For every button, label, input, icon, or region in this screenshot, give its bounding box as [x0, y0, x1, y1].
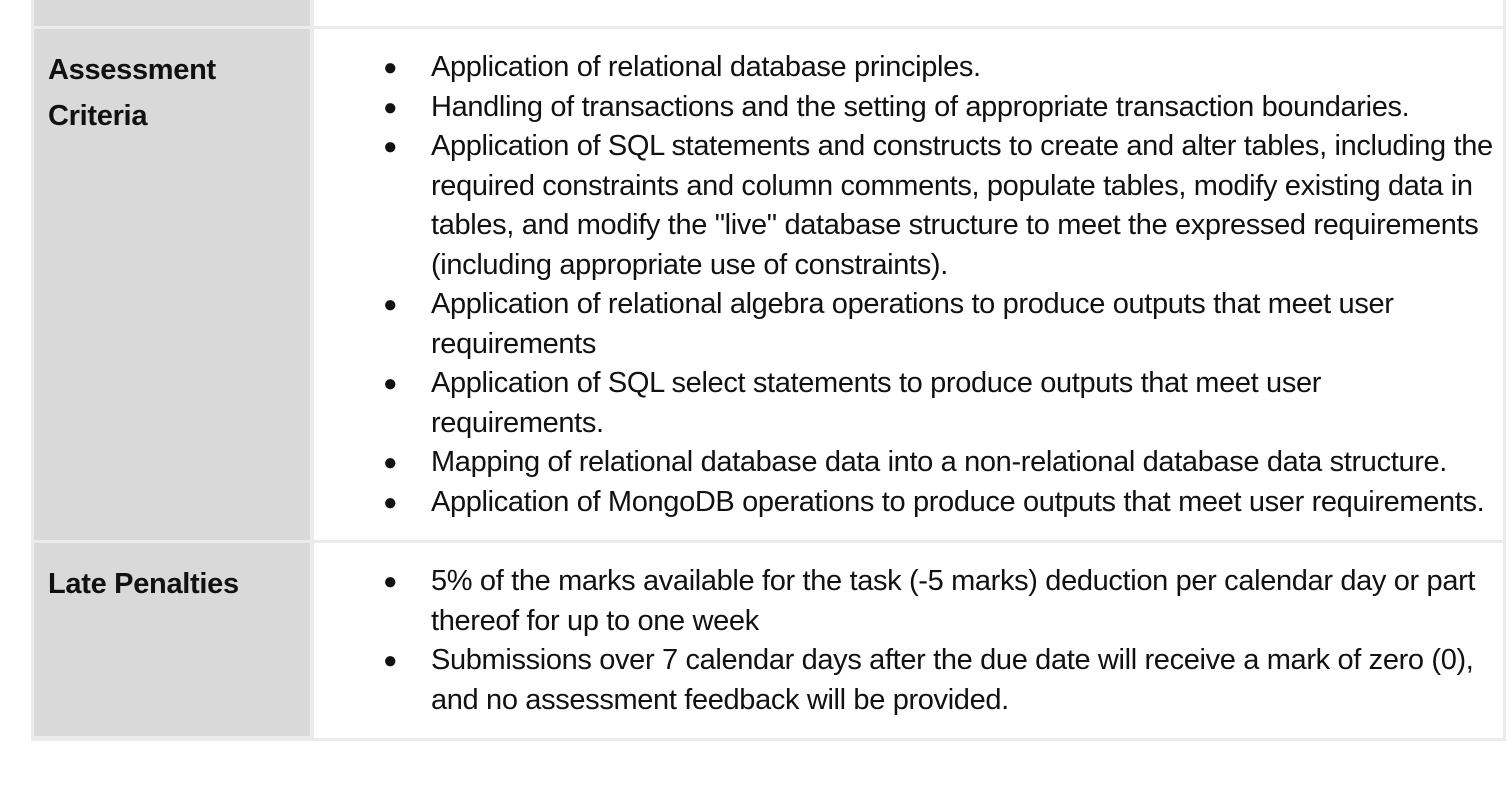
- list-item-text: Handling of transactions and the setting…: [431, 90, 1410, 123]
- bullet-icon: ●: [383, 291, 398, 318]
- criteria-table: Assessment Criteria ● Application of rela…: [31, 0, 1506, 741]
- list-item-text: Application of relational algebra operat…: [431, 288, 1394, 360]
- list-item: ● Application of MongoDB operations to pr…: [314, 483, 1495, 523]
- list-item: ● Submissions over 7 calendar days after …: [314, 641, 1495, 720]
- list-item-text: Application of SQL select statements to …: [431, 367, 1322, 439]
- assessment-criteria-content: ● Application of relational database prin…: [314, 29, 1503, 540]
- assessment-criteria-list: ● Application of relational database prin…: [314, 48, 1495, 522]
- row-label-cell: [34, 0, 310, 26]
- list-item-text: 5% of the marks available for the task (…: [431, 565, 1476, 637]
- bullet-icon: ●: [383, 488, 398, 516]
- bullet-icon: ●: [383, 568, 398, 595]
- list-item: ● 5% of the marks available for the task …: [314, 562, 1495, 641]
- list-item: ● Handling of transactions and the settin…: [314, 88, 1495, 128]
- list-item: ● Application of SQL statements and const…: [314, 127, 1495, 285]
- list-item-text: Application of MongoDB operations to pro…: [431, 485, 1485, 518]
- table-row-assessment-criteria: Assessment Criteria ● Application of rela…: [34, 29, 1503, 540]
- table-row-late-penalties: Late Penalties ● 5% of the marks availabl…: [34, 543, 1503, 738]
- bullet-icon: ●: [383, 449, 398, 476]
- list-item: ● Mapping of relational database data int…: [314, 443, 1495, 483]
- table-row-previous: [34, 0, 1503, 26]
- bullet-icon: ●: [383, 647, 398, 674]
- list-item-text: Mapping of relational database data into…: [431, 446, 1448, 478]
- bullet-icon: ●: [383, 93, 398, 121]
- row-content-cell: [314, 0, 1503, 26]
- list-item: ● Application of SQL select statements to…: [314, 364, 1495, 443]
- list-item: ● Application of relational algebra opera…: [314, 285, 1495, 364]
- bullet-icon: ●: [383, 54, 398, 81]
- list-item-text: Application of relational database princ…: [431, 51, 981, 83]
- bullet-icon: ●: [383, 133, 398, 160]
- list-item-text: Submissions over 7 calendar days after t…: [431, 644, 1474, 716]
- list-item: ● Application of relational database prin…: [314, 48, 1495, 88]
- assessment-criteria-label: Assessment Criteria: [34, 29, 310, 540]
- late-penalties-label: Late Penalties: [34, 543, 310, 736]
- late-penalties-content: ● 5% of the marks available for the task …: [314, 543, 1503, 738]
- list-item-text: Application of SQL statements and constr…: [431, 130, 1493, 281]
- bullet-icon: ●: [383, 370, 398, 397]
- late-penalties-list: ● 5% of the marks available for the task …: [314, 562, 1495, 720]
